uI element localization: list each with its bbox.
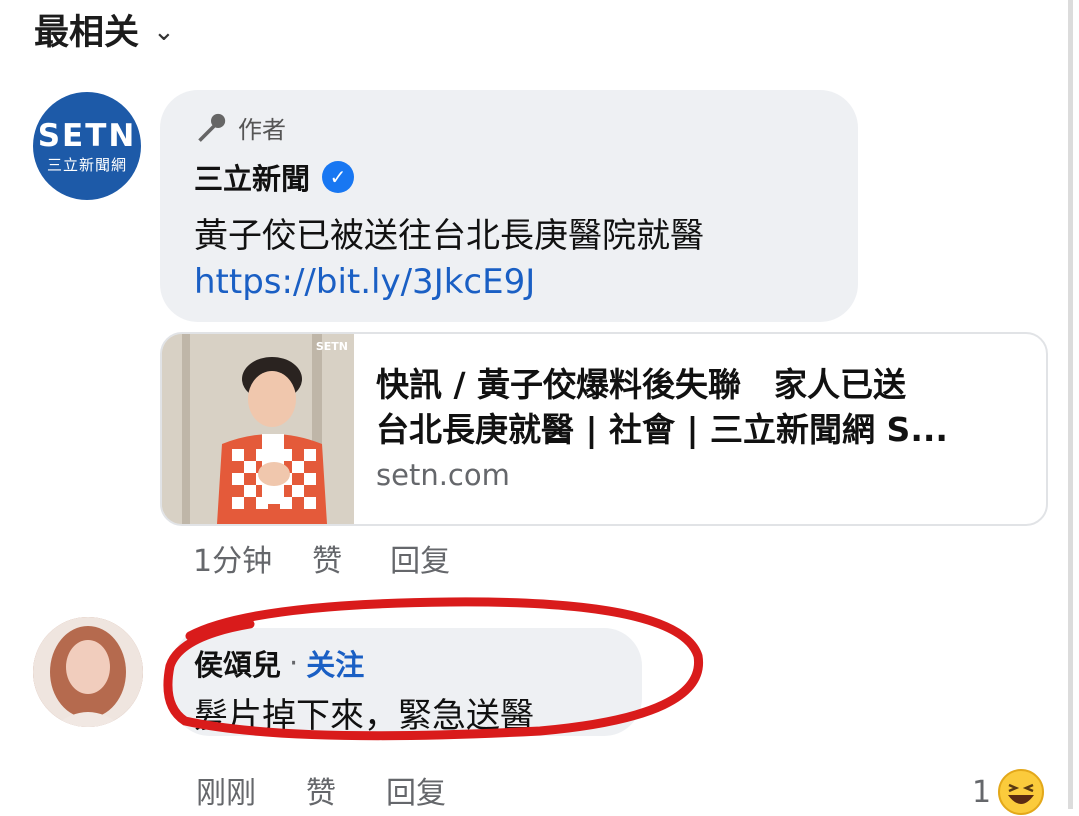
link-card-title: 快訊 / 黃子佼爆料後失聯 家人已送 台北長庚就醫 | 社會 | 三立新聞網 S…	[376, 362, 1026, 452]
page-name[interactable]: 三立新聞	[194, 156, 310, 198]
red-circle-annotation	[163, 597, 704, 741]
post-actions: 1分钟 赞 回复	[193, 536, 450, 580]
reaction-count: 1	[972, 774, 992, 810]
link-card-domain: setn.com	[376, 458, 510, 492]
comment-timestamp[interactable]: 刚刚	[196, 768, 256, 812]
page-name-row: 三立新聞 ✓	[194, 156, 355, 198]
sort-dropdown[interactable]: 最相关 ⌄	[34, 4, 175, 55]
post-bubble: 作者 三立新聞 ✓ 黃子佼已被送往台北長庚醫院就醫 https://bit.ly…	[160, 90, 858, 322]
microphone-icon	[198, 113, 226, 142]
reply-button[interactable]: 回复	[390, 536, 450, 580]
comment-reply-button[interactable]: 回复	[386, 768, 446, 812]
comment-actions: 刚刚 赞 回复	[196, 768, 446, 812]
thumbnail-watermark: SETN	[315, 340, 348, 353]
post-timestamp[interactable]: 1分钟	[193, 536, 272, 580]
link-card-title-line1: 快訊 / 黃子佼爆料後失聯 家人已送	[376, 365, 907, 404]
person-photo-icon	[162, 334, 354, 524]
post-text: 黃子佼已被送往台北長庚醫院就醫	[194, 216, 704, 256]
like-button[interactable]: 赞	[312, 536, 342, 580]
commenter-avatar[interactable]	[33, 617, 143, 727]
link-preview-card[interactable]: SETN 快訊 / 黃子佼爆料後失聯 家人已送 台北長庚就醫 | 社會 | 三立…	[160, 332, 1048, 526]
link-thumbnail: SETN	[162, 334, 354, 524]
sort-label: 最相关	[34, 13, 140, 53]
post-link[interactable]: https://bit.ly/3JkcE9J	[194, 262, 535, 302]
page-avatar[interactable]: SETN 三立新聞網	[33, 92, 141, 200]
scrollbar[interactable]	[1068, 0, 1073, 809]
setn-logo: SETN	[37, 117, 137, 154]
link-card-title-line2: 台北長庚就醫 | 社會 | 三立新聞網 S...	[376, 410, 948, 449]
verified-badge-icon: ✓	[322, 161, 355, 193]
chevron-down-icon: ⌄	[153, 16, 175, 47]
commenter-photo-icon	[33, 617, 143, 727]
comment-like-button[interactable]: 赞	[306, 768, 336, 812]
author-badge-label: 作者	[238, 116, 286, 144]
setn-logo-subtext: 三立新聞網	[46, 155, 127, 174]
author-badge: 作者	[194, 110, 286, 145]
